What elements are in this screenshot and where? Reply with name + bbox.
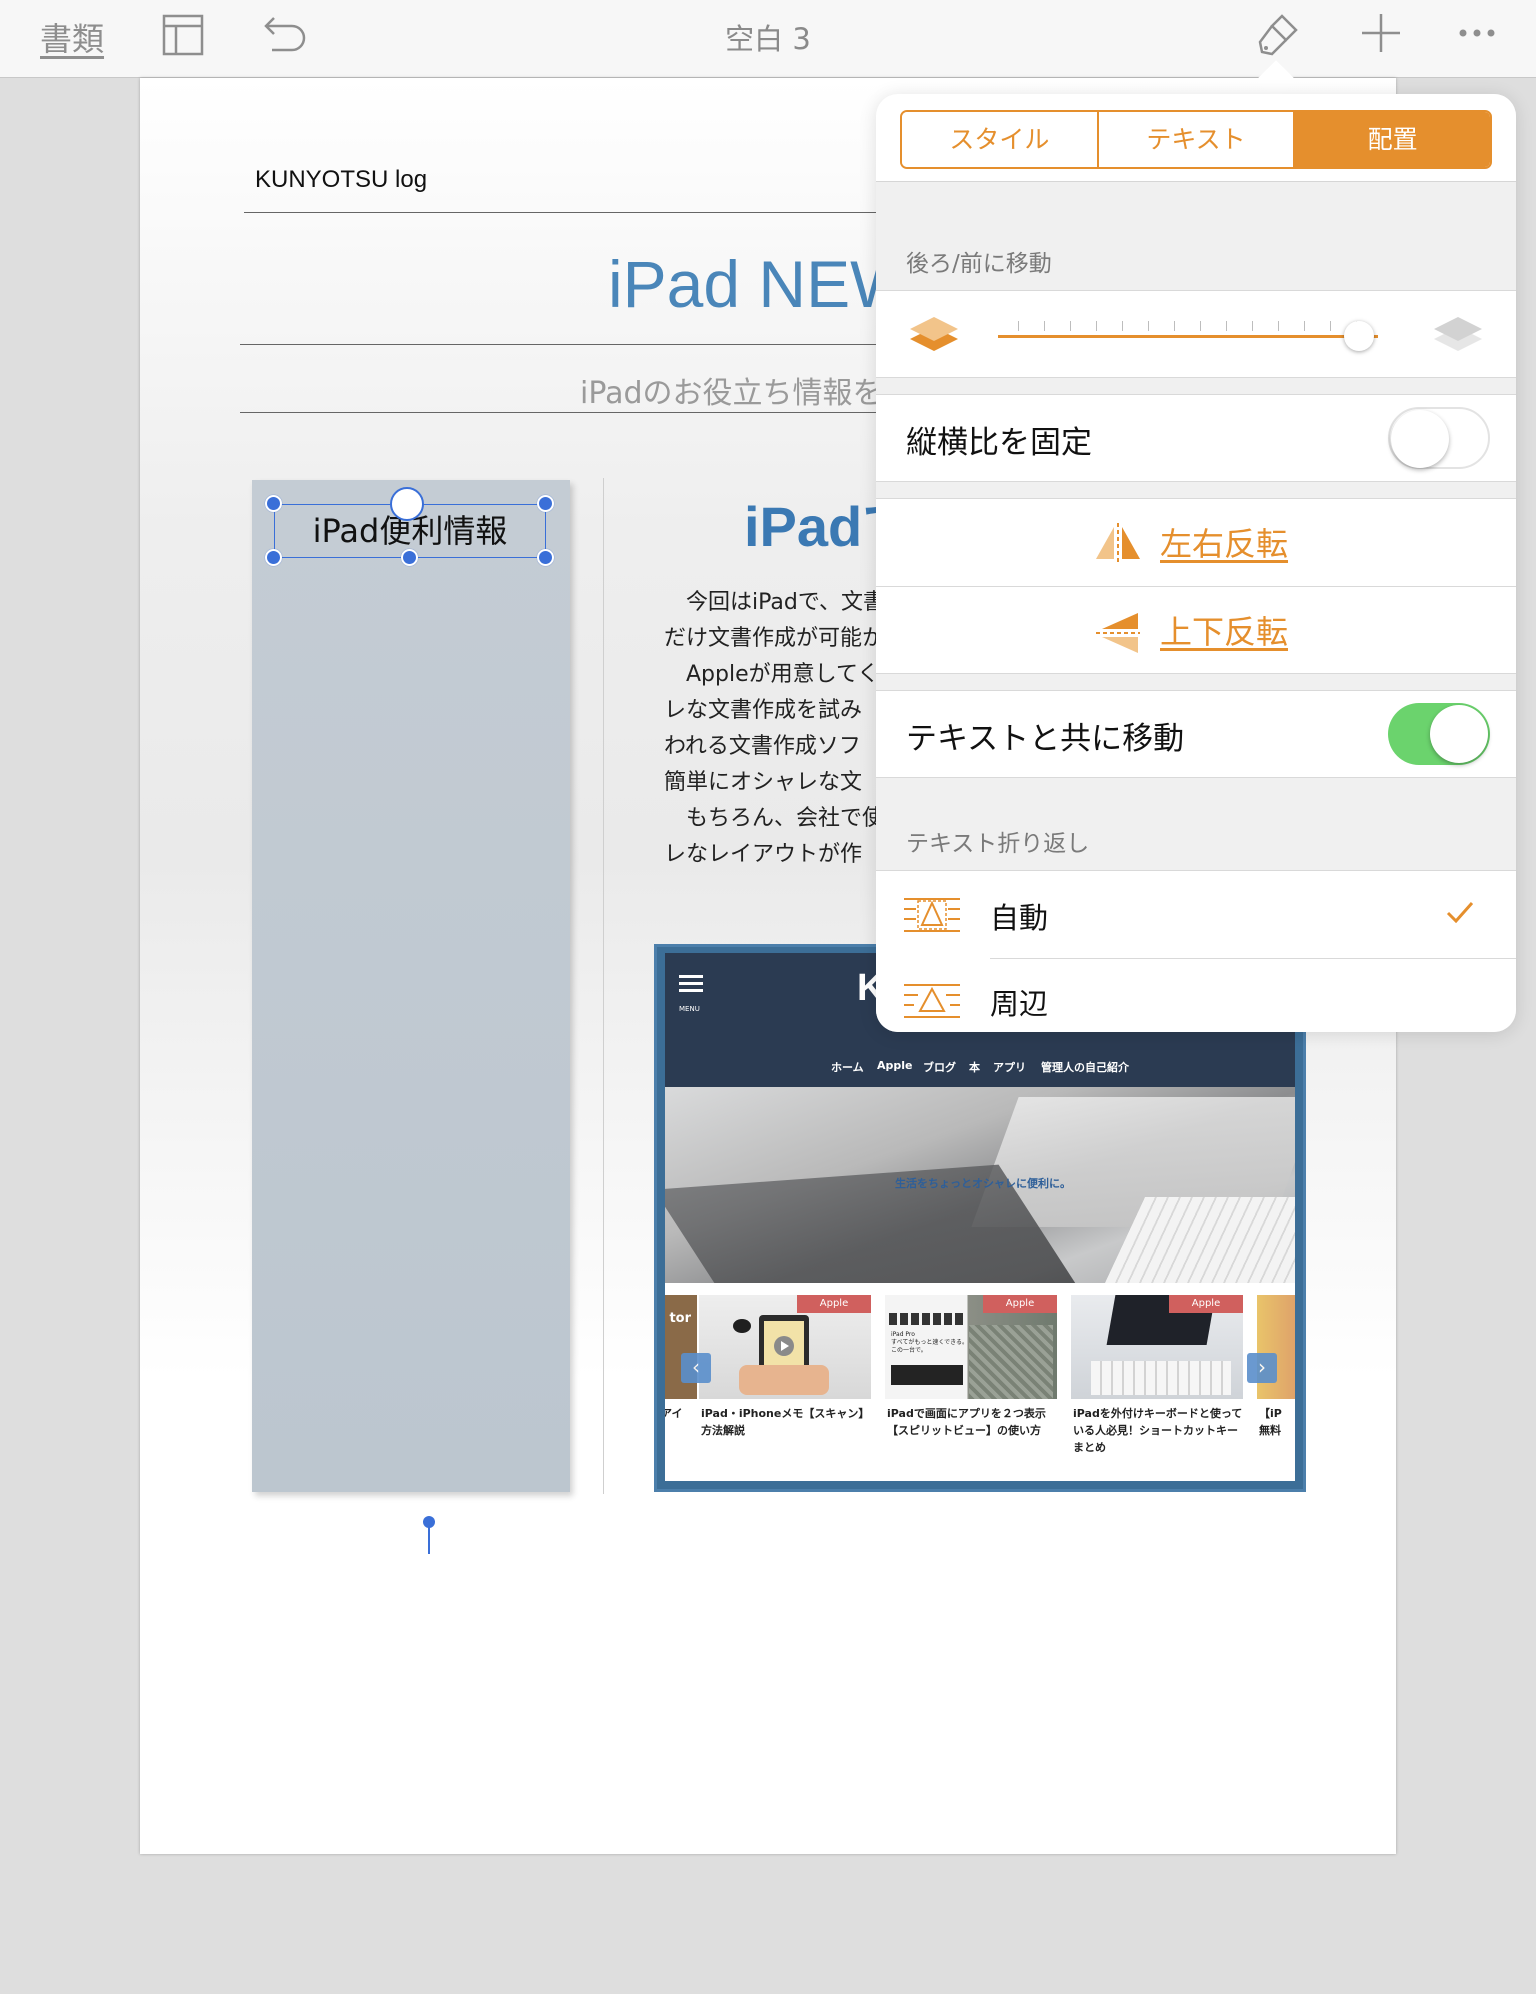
arrange-slider-track[interactable] (998, 335, 1378, 338)
text-wrap-options: 自動 周辺 (876, 870, 1516, 1032)
text-cursor-dot (423, 1516, 435, 1528)
partial-card-tag: tor (669, 1311, 691, 1326)
card-caption: iPad・iPhoneメモ【スキャン】方法解説 (701, 1407, 870, 1437)
article-line: レなレイアウトが作 (664, 842, 863, 867)
wrap-option-auto-label: 自動 (990, 901, 1049, 935)
card-caption: iPadを外付けキーボードと使っている人必見！ショートカットキーまとめ (1073, 1407, 1243, 1454)
card-sub-text: iPad Pro すべてがもっと速くできる。 この一台で。 (891, 1331, 969, 1354)
resize-handle-top-left[interactable] (265, 495, 282, 512)
next-arrow-button: › (1247, 1353, 1277, 1383)
checkmark-icon (1446, 902, 1474, 923)
site-cards: tor アイ ! Apple iPad・iPhoneメモ【スキャン】方法解説 i… (665, 1283, 1295, 1481)
hamburger-menu-icon (679, 975, 703, 992)
article-card: Apple (699, 1295, 871, 1399)
card-caption: iPadで画面にアプリを２つ表示【スピリットビュー】の使い方 (887, 1407, 1046, 1437)
lock-aspect-row: 縦横比を固定 (876, 394, 1516, 482)
tab-style[interactable]: スタイル (902, 112, 1099, 167)
article-line: 簡単にオシャレな文 (664, 770, 863, 795)
article-line: われる文書作成ソフ (664, 734, 861, 759)
menu-label: MENU (679, 1005, 700, 1013)
resize-handle-bottom-center[interactable] (401, 549, 418, 566)
partial-card-caption: 【iP 無料 (1259, 1407, 1282, 1437)
send-backward-icon[interactable] (906, 313, 962, 357)
segmented-control: スタイル テキスト 配置 (900, 110, 1492, 169)
nav-item: ホーム (831, 1061, 864, 1074)
move-with-text-row: テキストと共に移動 (876, 690, 1516, 778)
top-toolbar: 書類 空白 3 (0, 0, 1536, 78)
nav-item: Apple (877, 1059, 913, 1072)
add-icon[interactable] (1360, 12, 1402, 54)
card-badge: Apple (1169, 1295, 1243, 1313)
lock-aspect-toggle[interactable] (1388, 407, 1490, 469)
wrap-auto-icon (904, 898, 960, 932)
flip-vertical-button[interactable]: 上下反転 (1160, 607, 1288, 653)
popover-tab-bar: スタイル テキスト 配置 (876, 94, 1516, 182)
lock-aspect-label: 縦横比を固定 (906, 425, 1092, 461)
text-wrap-section-label: テキスト折り返し (906, 831, 1090, 857)
blog-name[interactable]: KUNYOTSU log (255, 166, 427, 194)
sidebar-shape[interactable] (252, 480, 570, 1492)
article-line: だけ文書作成が可能か (664, 626, 885, 651)
hero-tagline: 生活をちょっとオシャレに便利に。 (895, 1177, 1071, 1190)
article-line: もちろん、会社で使 (664, 806, 885, 831)
bring-forward-icon[interactable] (1430, 313, 1486, 357)
card-badge: Apple (797, 1295, 871, 1313)
more-icon[interactable] (1458, 26, 1498, 40)
article-line: レな文書作成を試み (664, 698, 863, 723)
flip-horizontal-button[interactable]: 左右反転 (1160, 519, 1288, 565)
nav-item: アプリ (993, 1061, 1026, 1074)
article-line: Appleが用意してく (664, 662, 880, 687)
wrap-around-icon (904, 984, 960, 1018)
resize-handle-bottom-left[interactable] (265, 549, 282, 566)
move-with-text-toggle[interactable] (1388, 703, 1490, 765)
arrange-slider-row (876, 290, 1516, 378)
wrap-option-around-label: 周辺 (990, 987, 1049, 1021)
wrap-option-auto[interactable]: 自動 (876, 871, 1516, 959)
nav-item: ブログ (923, 1061, 956, 1074)
arrange-slider-thumb[interactable] (1344, 321, 1374, 351)
partial-card-left: tor (665, 1295, 697, 1399)
page-headline[interactable]: iPad NEW (608, 246, 912, 322)
tab-text[interactable]: テキスト (1098, 112, 1296, 167)
card-badge: Apple (983, 1295, 1057, 1313)
flip-vertical-icon[interactable] (1094, 609, 1142, 657)
column-divider (603, 478, 604, 1494)
flip-horizontal-icon[interactable] (1094, 523, 1142, 563)
prev-arrow-button: ‹ (681, 1353, 711, 1383)
document-title: 空白 3 (725, 22, 811, 56)
site-hero-image: 生活をちょっとオシャレに便利に。 (665, 1087, 1295, 1283)
article-card: Apple (1071, 1295, 1243, 1399)
move-with-text-label: テキストと共に移動 (906, 721, 1185, 757)
nav-item: 本 (969, 1061, 980, 1074)
play-icon (774, 1336, 794, 1356)
tab-arrange[interactable]: 配置 (1295, 112, 1490, 167)
partial-card-caption: アイ ! (665, 1407, 683, 1437)
partial-card-right (1257, 1295, 1295, 1399)
format-brush-icon[interactable] (1256, 12, 1302, 58)
resize-handle-bottom-right[interactable] (537, 549, 554, 566)
article-line: 今回はiPadで、文書 (664, 590, 885, 615)
resize-handle-top-right[interactable] (537, 495, 554, 512)
format-popover: スタイル テキスト 配置 後ろ/前に移動 縦横比を固定 左右反転 上下反転 テキ… (876, 94, 1516, 1032)
page-subtitle[interactable]: iPadのお役立ち情報を (580, 368, 883, 412)
nav-item: 管理人の自己紹介 (1041, 1061, 1129, 1074)
article-card: iPad Pro すべてがもっと速くできる。 この一台で。 Apple (885, 1295, 1057, 1399)
rotate-handle[interactable] (390, 487, 424, 521)
arrange-section-label: 後ろ/前に移動 (906, 251, 1052, 277)
wrap-option-around[interactable]: 周辺 (876, 959, 1516, 1032)
flip-rows: 左右反転 上下反転 (876, 498, 1516, 674)
